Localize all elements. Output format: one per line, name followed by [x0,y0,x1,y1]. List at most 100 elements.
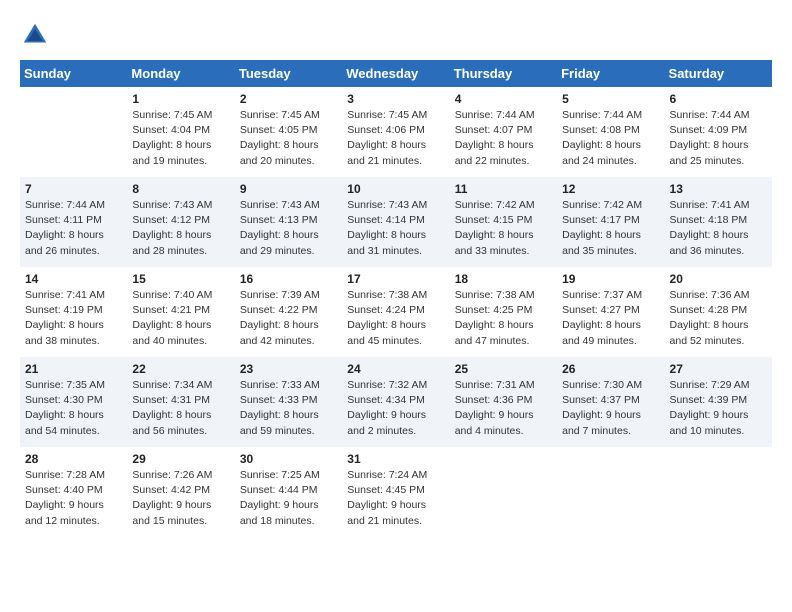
header-row: Sunday Monday Tuesday Wednesday Thursday… [20,60,772,87]
day-number: 30 [240,452,337,466]
day-detail: Sunrise: 7:26 AM Sunset: 4:42 PM Dayligh… [132,468,229,529]
calendar-cell: 4 Sunrise: 7:44 AM Sunset: 4:07 PM Daylig… [450,87,557,177]
calendar-table: Sunday Monday Tuesday Wednesday Thursday… [20,60,772,537]
day-number: 6 [670,92,767,106]
calendar-cell: 22Sunrise: 7:34 AM Sunset: 4:31 PM Dayli… [127,357,234,447]
header-friday: Friday [557,60,664,87]
calendar-cell [557,447,664,537]
day-number: 5 [562,92,659,106]
calendar-cell: 27 Sunrise: 7:29 AM Sunset: 4:39 PM Dayli… [665,357,772,447]
day-number: 3 [347,92,444,106]
day-detail: Sunrise: 7:24 AM Sunset: 4:45 PM Dayligh… [347,468,444,529]
calendar-cell: 12 Sunrise: 7:42 AM Sunset: 4:17 PM Dayli… [557,177,664,267]
day-detail: Sunrise: 7:43 AM Sunset: 4:12 PM Dayligh… [132,198,229,259]
day-detail: Sunrise: 7:28 AM Sunset: 4:40 PM Dayligh… [25,468,122,529]
logo-icon [20,20,50,50]
day-number: 13 [670,182,767,196]
calendar-cell: 6Sunrise: 7:44 AM Sunset: 4:09 PM Daylig… [665,87,772,177]
day-detail: Sunrise: 7:38 AM Sunset: 4:25 PM Dayligh… [455,288,552,349]
day-detail: Sunrise: 7:41 AM Sunset: 4:19 PM Dayligh… [25,288,122,349]
page-header [20,20,772,50]
calendar-body: 1Sunrise: 7:45 AM Sunset: 4:04 PM Daylig… [20,87,772,537]
calendar-cell: 29Sunrise: 7:26 AM Sunset: 4:42 PM Dayli… [127,447,234,537]
day-detail: Sunrise: 7:38 AM Sunset: 4:24 PM Dayligh… [347,288,444,349]
day-detail: Sunrise: 7:32 AM Sunset: 4:34 PM Dayligh… [347,378,444,439]
week-row-2: 7Sunrise: 7:44 AM Sunset: 4:11 PM Daylig… [20,177,772,267]
calendar-cell: 25 Sunrise: 7:31 AM Sunset: 4:36 PM Dayli… [450,357,557,447]
calendar-cell: 31 Sunrise: 7:24 AM Sunset: 4:45 PM Dayli… [342,447,449,537]
header-tuesday: Tuesday [235,60,342,87]
day-number: 18 [455,272,552,286]
day-number: 17 [347,272,444,286]
day-detail: Sunrise: 7:36 AM Sunset: 4:28 PM Dayligh… [670,288,767,349]
day-number: 22 [132,362,229,376]
calendar-cell [450,447,557,537]
day-detail: Sunrise: 7:31 AM Sunset: 4:36 PM Dayligh… [455,378,552,439]
day-detail: Sunrise: 7:45 AM Sunset: 4:06 PM Dayligh… [347,108,444,169]
day-detail: Sunrise: 7:44 AM Sunset: 4:08 PM Dayligh… [562,108,659,169]
calendar-cell: 13 Sunrise: 7:41 AM Sunset: 4:18 PM Dayli… [665,177,772,267]
calendar-cell: 19 Sunrise: 7:37 AM Sunset: 4:27 PM Dayli… [557,267,664,357]
calendar-cell: 2 Sunrise: 7:45 AM Sunset: 4:05 PM Daylig… [235,87,342,177]
day-number: 28 [25,452,122,466]
day-number: 4 [455,92,552,106]
calendar-cell: 15 Sunrise: 7:40 AM Sunset: 4:21 PM Dayli… [127,267,234,357]
calendar-cell [665,447,772,537]
day-number: 23 [240,362,337,376]
logo [20,20,54,50]
day-number: 27 [670,362,767,376]
day-detail: Sunrise: 7:40 AM Sunset: 4:21 PM Dayligh… [132,288,229,349]
day-number: 8 [132,182,229,196]
week-row-4: 21Sunrise: 7:35 AM Sunset: 4:30 PM Dayli… [20,357,772,447]
calendar-cell [20,87,127,177]
calendar-cell: 26Sunrise: 7:30 AM Sunset: 4:37 PM Dayli… [557,357,664,447]
week-row-5: 28 Sunrise: 7:28 AM Sunset: 4:40 PM Dayli… [20,447,772,537]
day-detail: Sunrise: 7:44 AM Sunset: 4:11 PM Dayligh… [25,198,122,259]
calendar-cell: 18 Sunrise: 7:38 AM Sunset: 4:25 PM Dayli… [450,267,557,357]
day-detail: Sunrise: 7:37 AM Sunset: 4:27 PM Dayligh… [562,288,659,349]
day-number: 25 [455,362,552,376]
day-number: 31 [347,452,444,466]
header-wednesday: Wednesday [342,60,449,87]
day-number: 24 [347,362,444,376]
header-thursday: Thursday [450,60,557,87]
header-sunday: Sunday [20,60,127,87]
calendar-cell: 28 Sunrise: 7:28 AM Sunset: 4:40 PM Dayli… [20,447,127,537]
day-detail: Sunrise: 7:44 AM Sunset: 4:07 PM Dayligh… [455,108,552,169]
day-detail: Sunrise: 7:39 AM Sunset: 4:22 PM Dayligh… [240,288,337,349]
day-number: 19 [562,272,659,286]
day-number: 9 [240,182,337,196]
day-detail: Sunrise: 7:42 AM Sunset: 4:17 PM Dayligh… [562,198,659,259]
day-detail: Sunrise: 7:35 AM Sunset: 4:30 PM Dayligh… [25,378,122,439]
calendar-cell: 24 Sunrise: 7:32 AM Sunset: 4:34 PM Dayli… [342,357,449,447]
header-saturday: Saturday [665,60,772,87]
calendar-cell: 16Sunrise: 7:39 AM Sunset: 4:22 PM Dayli… [235,267,342,357]
calendar-cell: 10Sunrise: 7:43 AM Sunset: 4:14 PM Dayli… [342,177,449,267]
calendar-cell: 5 Sunrise: 7:44 AM Sunset: 4:08 PM Daylig… [557,87,664,177]
day-detail: Sunrise: 7:42 AM Sunset: 4:15 PM Dayligh… [455,198,552,259]
day-detail: Sunrise: 7:43 AM Sunset: 4:13 PM Dayligh… [240,198,337,259]
day-detail: Sunrise: 7:41 AM Sunset: 4:18 PM Dayligh… [670,198,767,259]
day-detail: Sunrise: 7:45 AM Sunset: 4:04 PM Dayligh… [132,108,229,169]
calendar-cell: 1Sunrise: 7:45 AM Sunset: 4:04 PM Daylig… [127,87,234,177]
day-detail: Sunrise: 7:30 AM Sunset: 4:37 PM Dayligh… [562,378,659,439]
day-number: 2 [240,92,337,106]
calendar-cell: 7Sunrise: 7:44 AM Sunset: 4:11 PM Daylig… [20,177,127,267]
calendar-cell: 8 Sunrise: 7:43 AM Sunset: 4:12 PM Daylig… [127,177,234,267]
week-row-1: 1Sunrise: 7:45 AM Sunset: 4:04 PM Daylig… [20,87,772,177]
calendar-cell: 9 Sunrise: 7:43 AM Sunset: 4:13 PM Daylig… [235,177,342,267]
calendar-cell: 20 Sunrise: 7:36 AM Sunset: 4:28 PM Dayli… [665,267,772,357]
calendar-cell: 23Sunrise: 7:33 AM Sunset: 4:33 PM Dayli… [235,357,342,447]
day-number: 20 [670,272,767,286]
day-number: 10 [347,182,444,196]
week-row-3: 14Sunrise: 7:41 AM Sunset: 4:19 PM Dayli… [20,267,772,357]
day-number: 12 [562,182,659,196]
day-detail: Sunrise: 7:45 AM Sunset: 4:05 PM Dayligh… [240,108,337,169]
calendar-cell: 11 Sunrise: 7:42 AM Sunset: 4:15 PM Dayli… [450,177,557,267]
header-monday: Monday [127,60,234,87]
day-detail: Sunrise: 7:29 AM Sunset: 4:39 PM Dayligh… [670,378,767,439]
calendar-cell: 3 Sunrise: 7:45 AM Sunset: 4:06 PM Daylig… [342,87,449,177]
day-number: 15 [132,272,229,286]
day-number: 11 [455,182,552,196]
calendar-cell: 30Sunrise: 7:25 AM Sunset: 4:44 PM Dayli… [235,447,342,537]
